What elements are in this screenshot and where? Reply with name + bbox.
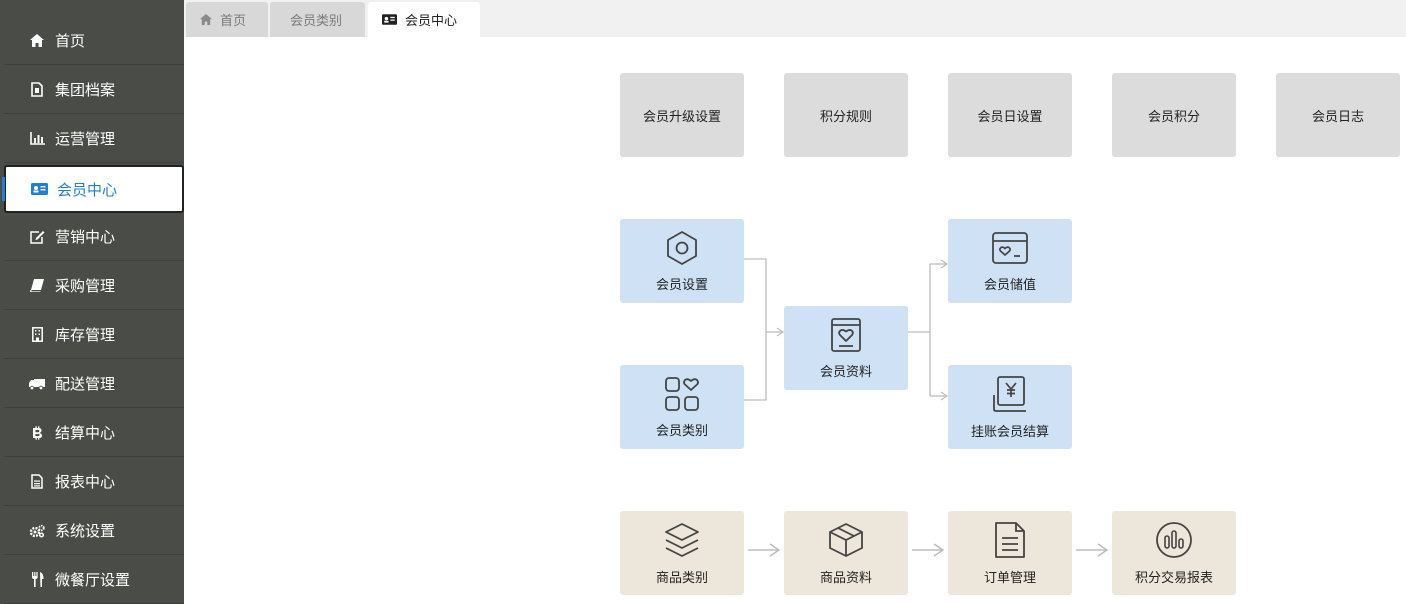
sidebar-item-label: 采购管理: [55, 277, 116, 295]
box-label: 会员积分: [1147, 109, 1200, 125]
sidebar-item-label: 结算中心: [55, 424, 116, 442]
sidebar-item-member-center[interactable]: 会员中心: [2, 165, 184, 213]
credit-member-settlement-button[interactable]: 挂账会员结算: [948, 365, 1072, 449]
chart-circle-icon: [1156, 521, 1192, 558]
yuan-bill-icon: [993, 375, 1026, 412]
sidebar-item-marketing[interactable]: 营销中心: [4, 213, 184, 261]
building-icon: [28, 326, 46, 344]
box-label: 积分交易报表: [1134, 570, 1213, 586]
box-label: 会员类别: [655, 423, 708, 439]
tab-member-center[interactable]: 会员中心: [368, 2, 480, 37]
sidebar-item-label: 配送管理: [55, 375, 116, 393]
tab-label: 首页: [220, 14, 247, 29]
member-profile-icon: [831, 317, 861, 352]
bitcoin-icon: [28, 424, 46, 442]
product-profile-button[interactable]: 商品资料: [784, 511, 908, 595]
home-icon: [200, 14, 212, 25]
box-label: 商品类别: [655, 570, 708, 586]
gears-icon: [28, 522, 46, 540]
sidebar-item-delivery[interactable]: 配送管理: [4, 360, 184, 408]
sidebar-item-purchasing[interactable]: 采购管理: [4, 262, 184, 310]
sidebar-item-label: 微餐厅设置: [55, 571, 131, 589]
sidebar-item-home[interactable]: 首页: [4, 17, 184, 65]
sidebar-item-micro-restaurant[interactable]: 微餐厅设置: [4, 556, 184, 604]
points-rules-button[interactable]: 积分规则: [784, 73, 908, 157]
sidebar-item-label: 报表中心: [55, 473, 116, 491]
box-label: 积分规则: [819, 109, 872, 125]
member-card-icon: [30, 180, 48, 198]
member-log-button[interactable]: 会员日志: [1276, 73, 1400, 157]
sidebar-item-label: 会员中心: [57, 180, 118, 199]
document-icon: [995, 521, 1025, 558]
bar-chart-icon: [28, 130, 46, 148]
tab-label: 会员类别: [290, 14, 343, 29]
member-profile-button[interactable]: 会员资料: [784, 306, 908, 390]
box-label: 会员日设置: [977, 109, 1043, 125]
file-icon: [28, 81, 46, 99]
sidebar-item-settlement[interactable]: 结算中心: [4, 409, 184, 457]
product-category-button[interactable]: 商品类别: [620, 511, 744, 595]
sidebar-item-label: 营销中心: [55, 228, 116, 246]
sidebar-item-label: 库存管理: [55, 326, 116, 344]
edit-icon: [28, 228, 46, 246]
sidebar-item-label: 运营管理: [55, 130, 116, 148]
tab-label: 会员中心: [405, 14, 458, 29]
member-points-button[interactable]: 会员积分: [1112, 73, 1236, 157]
sidebar-item-label: 系统设置: [55, 522, 116, 540]
book-icon: [28, 277, 46, 295]
member-settings-button[interactable]: 会员设置: [620, 219, 744, 303]
member-day-settings-button[interactable]: 会员日设置: [948, 73, 1072, 157]
wallet-card-icon: [992, 231, 1028, 264]
category-heart-icon: [665, 376, 699, 411]
sidebar-item-operations[interactable]: 运营管理: [4, 115, 184, 163]
tab-bar: 首页 会员类别 会员中心: [184, 0, 1406, 37]
truck-icon: [28, 375, 46, 393]
tab-member-category[interactable]: 会员类别: [270, 2, 365, 37]
box-label: 商品资料: [819, 570, 872, 586]
box-label: 会员设置: [655, 277, 708, 293]
sidebar-item-reports[interactable]: 报表中心: [4, 458, 184, 506]
points-transaction-report-button[interactable]: 积分交易报表: [1112, 511, 1236, 595]
box-label: 挂账会员结算: [970, 424, 1049, 440]
sidebar-item-system-settings[interactable]: 系统设置: [4, 507, 184, 555]
box-label: 会员升级设置: [642, 109, 721, 125]
sidebar-item-label: 集团档案: [55, 81, 116, 99]
member-upgrade-settings-button[interactable]: 会员升级设置: [620, 73, 744, 157]
box-label: 订单管理: [983, 570, 1036, 586]
report-icon: [28, 473, 46, 491]
hexagon-nut-icon: [667, 230, 697, 265]
sidebar-item-label: 首页: [55, 32, 86, 50]
layers-icon: [665, 522, 699, 557]
home-icon: [28, 32, 46, 50]
box-label: 会员日志: [1311, 109, 1364, 125]
cutlery-icon: [28, 571, 46, 589]
tab-home[interactable]: 首页: [186, 2, 268, 37]
member-recharge-button[interactable]: 会员储值: [948, 219, 1072, 303]
sidebar-item-inventory[interactable]: 库存管理: [4, 311, 184, 359]
sidebar: 首页 集团档案 运营管理 会员中心 营销中心 采购管理 库存管理 配送管理 结算…: [0, 0, 184, 604]
sidebar-item-group-archive[interactable]: 集团档案: [4, 66, 184, 114]
order-management-button[interactable]: 订单管理: [948, 511, 1072, 595]
member-card-icon: [382, 14, 397, 25]
box-package-icon: [829, 522, 863, 557]
member-category-button[interactable]: 会员类别: [620, 365, 744, 449]
box-label: 会员储值: [983, 277, 1036, 293]
box-label: 会员资料: [819, 364, 872, 380]
